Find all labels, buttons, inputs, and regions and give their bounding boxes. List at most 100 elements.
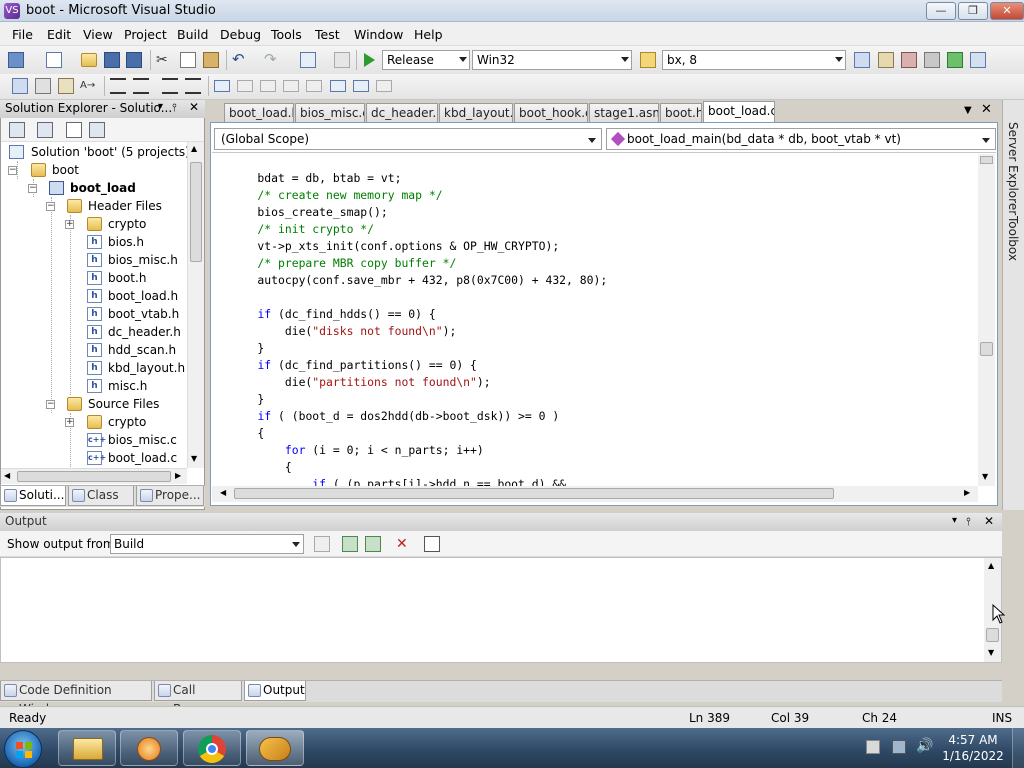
active-files-dropdown-icon[interactable]: ▼ [964, 105, 972, 116]
clear-all-icon[interactable]: ✕ [396, 536, 412, 552]
new-project-icon[interactable] [8, 52, 24, 68]
close-panel-icon[interactable]: ✕ [189, 100, 199, 114]
scrollbar-thumb[interactable] [234, 488, 834, 499]
menu-debug[interactable]: Debug [220, 27, 261, 42]
taskbar-date[interactable]: 1/16/2022 [940, 749, 1006, 763]
scroll-up-icon[interactable]: ▲ [191, 144, 197, 153]
show-all-files-icon[interactable] [37, 122, 53, 138]
taskbar-media-player[interactable] [120, 730, 178, 766]
configuration-combo[interactable]: Release [382, 50, 470, 70]
split-handle[interactable] [980, 156, 993, 164]
next-message-icon[interactable] [365, 536, 381, 552]
refresh-icon[interactable] [66, 122, 82, 138]
editor-horizontal-scrollbar[interactable]: ◀ ▶ [212, 486, 978, 502]
collapse-icon[interactable]: − [46, 202, 55, 211]
save-all-icon[interactable] [126, 52, 142, 68]
scroll-down-icon[interactable]: ▼ [191, 454, 197, 463]
previous-bookmark-folder-icon[interactable] [283, 80, 299, 92]
pin-icon[interactable]: ⫯ [966, 515, 971, 529]
collapse-icon[interactable]: − [46, 400, 55, 409]
uncomment-icon[interactable] [185, 78, 201, 94]
menu-test[interactable]: Test [315, 27, 340, 42]
undo-icon[interactable]: ↶ [232, 51, 248, 67]
scroll-down-icon[interactable]: ▼ [988, 648, 994, 657]
chevron-down-icon[interactable]: ▾ [158, 101, 163, 112]
tab-code-definition-window[interactable]: Code Definition Window [0, 681, 152, 716]
save-icon[interactable] [104, 52, 120, 68]
menu-view[interactable]: View [83, 27, 113, 42]
member-icon[interactable] [35, 78, 51, 94]
tab-call-browser[interactable]: Call Browser [154, 681, 242, 716]
start-button[interactable] [4, 730, 42, 768]
tab-output[interactable]: Output [244, 681, 306, 701]
comment-icon[interactable] [162, 78, 178, 94]
tab-document[interactable]: bios_misc.c [295, 103, 365, 122]
properties-icon[interactable] [878, 52, 894, 68]
copy-icon[interactable] [180, 52, 196, 68]
expand-icon[interactable]: + [65, 220, 74, 229]
word-wrap-icon[interactable] [424, 536, 440, 552]
redo-icon[interactable]: ↷ [264, 51, 280, 67]
start-debugging-icon[interactable] [364, 53, 375, 67]
class-view-icon[interactable] [12, 78, 28, 94]
expand-icon[interactable]: + [65, 418, 74, 427]
scroll-right-icon[interactable]: ▶ [175, 471, 181, 480]
solution-vertical-scrollbar[interactable]: ▲ ▼ [187, 142, 204, 468]
menu-project[interactable]: Project [124, 27, 167, 42]
show-desktop-button[interactable] [1012, 728, 1024, 768]
action-center-icon[interactable] [866, 740, 880, 754]
navigate-backward-icon[interactable] [300, 52, 316, 68]
taskbar-chrome[interactable] [183, 730, 241, 766]
server-explorer-tab[interactable]: Server Explorer [1006, 122, 1020, 215]
bookmark-icon[interactable] [214, 80, 230, 92]
next-bookmark-folder-icon[interactable] [306, 80, 322, 92]
editor-vertical-scrollbar[interactable]: ▼ [978, 154, 995, 486]
word-complete-icon[interactable]: A→ [80, 78, 96, 94]
function-combo[interactable]: boot_load_main(bd_data * db, boot_vtab *… [606, 128, 996, 150]
close-button[interactable]: ✕ [990, 2, 1024, 20]
solution-explorer-icon[interactable] [854, 52, 870, 68]
volume-icon[interactable]: 🔊 [916, 738, 933, 754]
command-window-icon[interactable] [970, 52, 986, 68]
tab-document[interactable]: kbd_layout.c [439, 103, 513, 122]
class-diagram-icon[interactable] [89, 122, 105, 138]
menu-window[interactable]: Window [354, 27, 403, 42]
scroll-left-icon[interactable]: ◀ [4, 471, 10, 480]
tab-class-view[interactable]: Class ... [68, 486, 134, 521]
previous-bookmark-icon[interactable] [237, 80, 253, 92]
output-text-area[interactable] [0, 557, 1002, 663]
scroll-up-icon[interactable]: ▲ [988, 561, 994, 570]
close-panel-icon[interactable]: ✕ [984, 514, 994, 528]
start-page-icon[interactable] [947, 52, 963, 68]
pin-icon[interactable]: ⫯ [172, 101, 177, 115]
scroll-right-icon[interactable]: ▶ [964, 488, 970, 497]
taskbar-time[interactable]: 4:57 AM [940, 733, 1006, 747]
maximize-button[interactable]: ❐ [958, 2, 988, 20]
output-source-combo[interactable]: Build [110, 534, 304, 554]
scope-combo[interactable]: (Global Scope) [214, 128, 602, 150]
minimize-button[interactable]: — [926, 2, 956, 20]
open-file-icon[interactable] [81, 53, 97, 67]
clear-bookmarks-icon[interactable] [376, 80, 392, 92]
tab-solution-explorer[interactable]: Soluti... [0, 486, 66, 506]
find-message-icon[interactable] [314, 536, 330, 552]
add-item-icon[interactable] [46, 52, 62, 68]
close-document-icon[interactable]: ✕ [981, 102, 992, 117]
menu-tools[interactable]: Tools [271, 27, 302, 42]
find-combo[interactable]: bx, 8 [662, 50, 846, 70]
scrollbar-thumb[interactable] [190, 162, 202, 262]
toolbox-icon[interactable] [924, 52, 940, 68]
network-icon[interactable] [892, 740, 906, 754]
menu-build[interactable]: Build [177, 27, 208, 42]
tab-document[interactable]: boot_load.h [224, 103, 294, 122]
code-area[interactable]: bdat = db, btab = vt; /* create new memo… [230, 170, 976, 486]
tab-property-manager[interactable]: Prope... [136, 486, 204, 506]
taskbar-explorer[interactable] [58, 730, 116, 766]
paste-icon[interactable] [203, 52, 219, 68]
tab-document-active[interactable]: boot_load.c [703, 101, 775, 122]
next-bookmark-icon[interactable] [260, 80, 276, 92]
tab-document[interactable]: boot.h [660, 103, 702, 122]
menu-file[interactable]: File [12, 27, 33, 42]
find-in-files-icon[interactable] [640, 52, 656, 68]
collapse-icon[interactable]: − [8, 166, 17, 175]
